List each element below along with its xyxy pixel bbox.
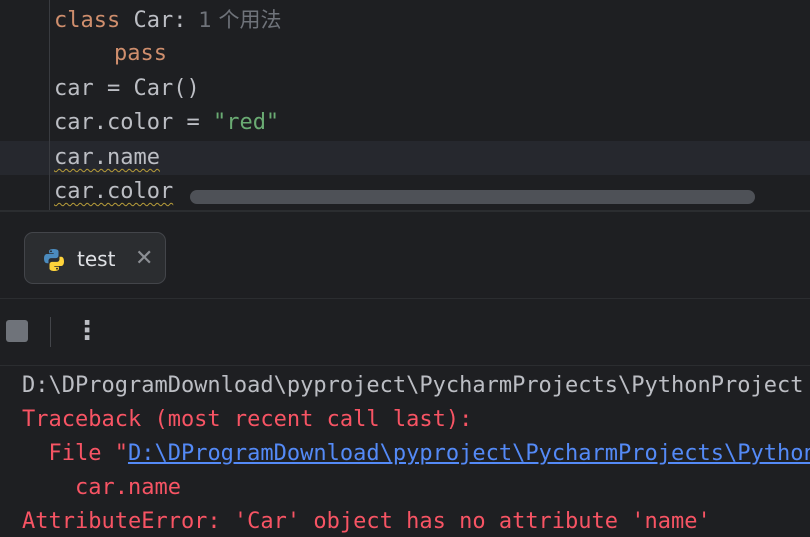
code-editor[interactable]: class Car: 1 个用法 pass car = Car() car.col… [0, 0, 810, 210]
keyword-class: class [54, 8, 121, 33]
code-line-2[interactable]: pass [114, 37, 167, 71]
console-command-line: D:\DProgramDownload\pyproject\PycharmPro… [22, 373, 804, 398]
run-tab-bar: test ✕ [0, 212, 810, 299]
code-line-1[interactable]: class Car: 1 个用法 [54, 3, 282, 37]
run-tab-test[interactable]: test ✕ [24, 232, 166, 284]
assignment-prefix: car.color = [54, 110, 213, 135]
warning-expression[interactable]: car.name [54, 145, 160, 170]
code-line-4[interactable]: car.color = "red" [54, 106, 279, 140]
warning-expression[interactable]: car.color [54, 179, 173, 204]
run-console[interactable]: D:\DProgramDownload\pyproject\PycharmPro… [0, 366, 810, 537]
run-tab-label: test [77, 247, 116, 271]
python-icon [44, 249, 64, 271]
horizontal-scrollbar[interactable] [190, 190, 755, 204]
traceback-code-line: car.name [22, 475, 181, 500]
traceback-file-line: File "D:\DProgramDownload\pyproject\Pych… [22, 437, 810, 471]
code-line-3[interactable]: car = Car() [54, 72, 200, 106]
string-literal: "red" [212, 110, 280, 135]
traceback-header: Traceback (most recent call last): [22, 407, 473, 432]
error-message: AttributeError: 'Car' object has no attr… [22, 509, 711, 534]
more-options-icon[interactable]: ⋮ [74, 313, 100, 349]
stop-icon[interactable] [6, 320, 28, 342]
code-line-6[interactable]: car.color [54, 175, 173, 209]
usage-hint[interactable]: 1 个用法 [198, 8, 281, 32]
file-prefix: File " [22, 441, 128, 466]
code-line-5[interactable]: car.name [54, 141, 160, 175]
editor-gutter-guide [49, 0, 50, 210]
toolbar-separator [50, 317, 51, 347]
class-declaration: Car: [120, 8, 187, 33]
file-link[interactable]: D:\DProgramDownload\pyproject\PycharmPro… [128, 441, 810, 466]
run-toolbar: ⋮ [0, 299, 810, 366]
keyword-pass: pass [114, 41, 167, 66]
close-icon[interactable]: ✕ [135, 233, 153, 285]
